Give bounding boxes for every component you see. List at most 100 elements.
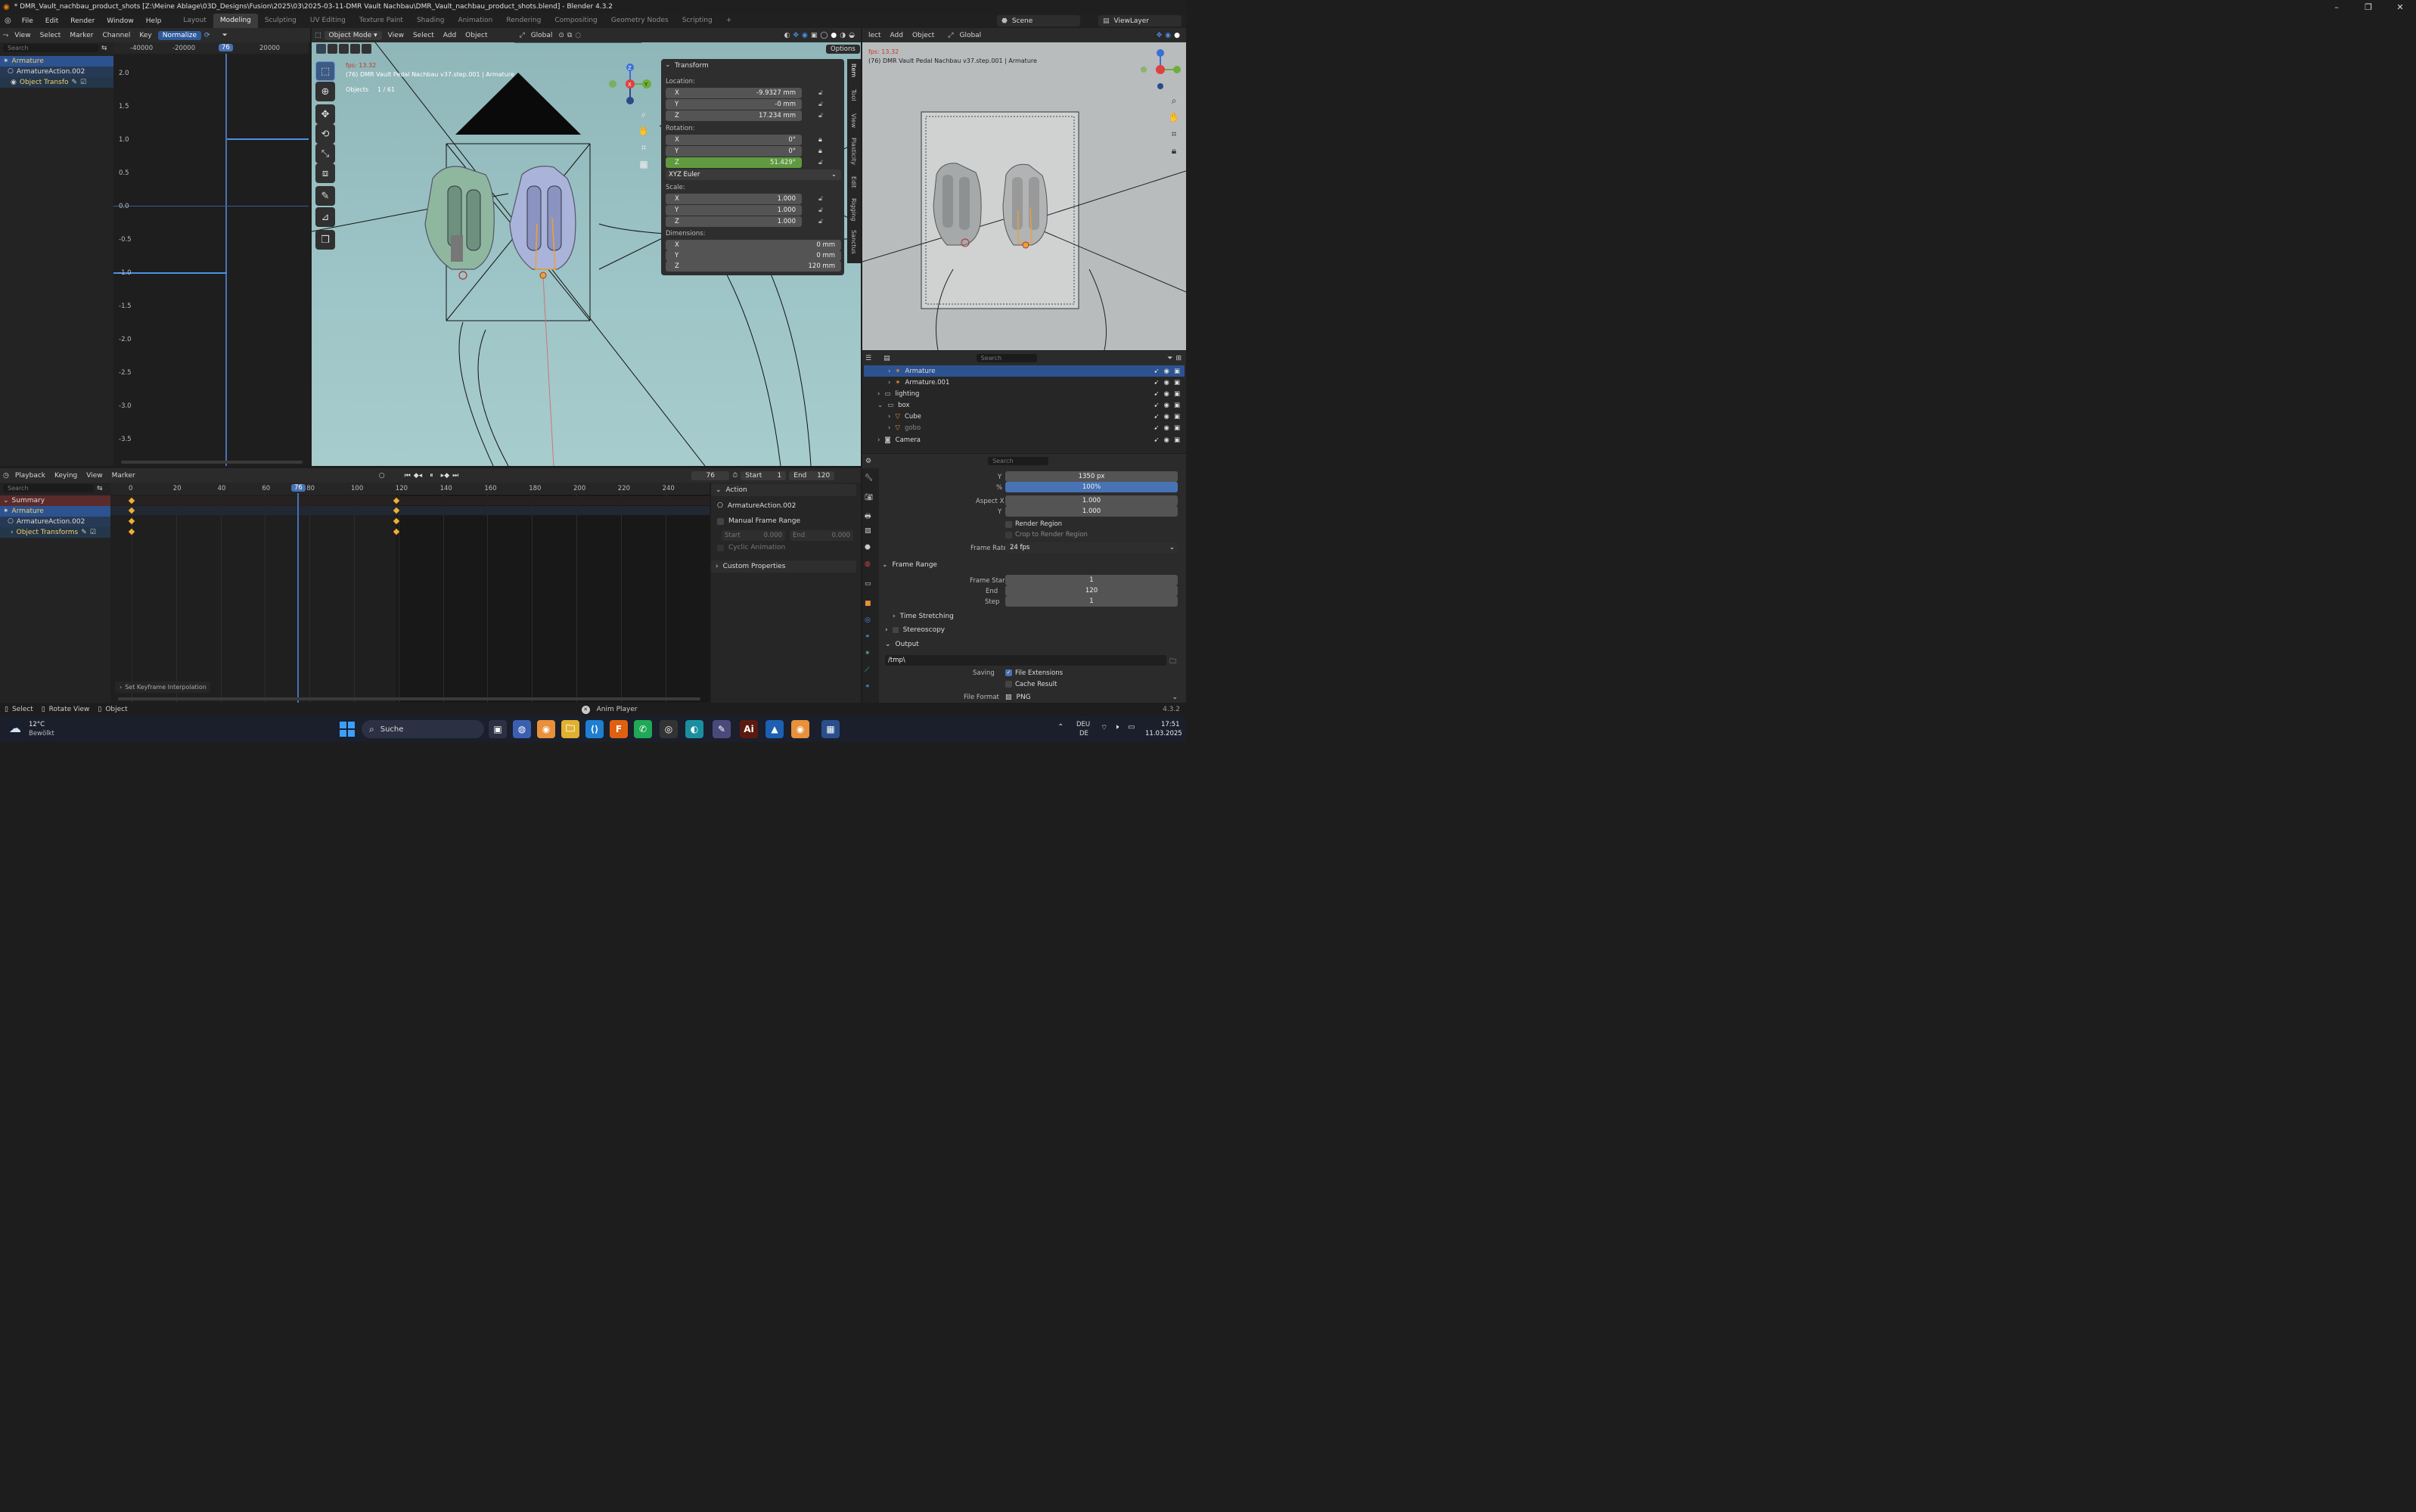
custom-properties-header[interactable]: › Custom Properties xyxy=(711,560,856,573)
select-toggle-icon[interactable]: ➹ xyxy=(1154,413,1159,421)
file-format-select[interactable]: ▨ PNG ⌄ xyxy=(1005,692,1178,702)
render-region-checkbox[interactable] xyxy=(1005,521,1012,528)
camera-pan-icon[interactable]: ✋ xyxy=(1167,110,1181,124)
output-path-field[interactable]: /tmp\ xyxy=(885,655,1166,666)
visibility-icon[interactable]: ◐ xyxy=(784,32,790,39)
lock-scale-y-icon[interactable]: 🔓︎ xyxy=(818,206,823,214)
constraint-properties-icon[interactable]: ⚭ xyxy=(865,633,871,641)
fusion-icon[interactable]: F xyxy=(610,720,628,738)
windows-start-icon[interactable] xyxy=(340,722,355,737)
lock-rotation-z-icon[interactable]: 🔓︎ xyxy=(818,159,823,166)
prev-keyframe-icon[interactable]: ◆◂ xyxy=(414,472,422,480)
solid-shading-icon[interactable]: ● xyxy=(831,32,837,39)
viewport-menu-add[interactable]: Add xyxy=(440,32,459,39)
rotation-z-field[interactable]: Z 51.429° xyxy=(666,157,802,168)
aspect-y-field[interactable]: 1.000 xyxy=(1005,506,1178,517)
view-layer-properties-icon[interactable]: ▧ xyxy=(865,527,871,535)
outliner-item-box[interactable]: ⌄ ▭ box ➹ ◉ ▣ xyxy=(864,399,1185,411)
render-toggle-icon[interactable]: ▣ xyxy=(1174,436,1180,444)
tool-add-cube[interactable]: ❒ xyxy=(315,230,335,250)
expand-arrow-icon[interactable]: › xyxy=(877,436,880,444)
edge-icon[interactable]: ◐ xyxy=(685,720,703,738)
blender-menu-icon[interactable]: ◎ xyxy=(0,17,16,25)
timeline-search-input[interactable]: Search xyxy=(3,484,94,492)
select-extend-icon[interactable] xyxy=(328,44,337,54)
checkbox-icon[interactable]: ☑ xyxy=(90,529,96,536)
swap-icon[interactable]: ⇆ xyxy=(97,485,103,492)
tool-cursor[interactable]: ⊕ xyxy=(315,82,335,101)
file-extensions-checkbox[interactable]: ✓ xyxy=(1005,669,1012,676)
output-properties-icon[interactable]: 🖶 xyxy=(865,511,871,523)
calculator-icon[interactable]: ▦ xyxy=(821,720,840,738)
close-button[interactable]: ✕ xyxy=(2384,0,2416,14)
graph-channel-transforms[interactable]: ◉ Object Transfo ✎ ☑ xyxy=(0,77,113,88)
zoom-icon[interactable]: ⌕ xyxy=(637,107,651,121)
expand-arrow-icon[interactable]: ⌄ xyxy=(877,402,883,409)
lock-rotation-x-icon[interactable]: 🔒︎ xyxy=(818,136,822,144)
tab-rendering[interactable]: Rendering xyxy=(499,14,548,28)
graph-menu-view[interactable]: View xyxy=(11,32,33,39)
frame-start-field[interactable]: 1 xyxy=(1005,575,1178,585)
render-toggle-icon[interactable]: ▣ xyxy=(1174,368,1180,375)
eye-icon[interactable]: ◉ xyxy=(11,79,17,86)
new-collection-icon[interactable]: ⊞ xyxy=(1175,355,1182,362)
resolution-y-field[interactable]: 1350 px xyxy=(1005,471,1178,482)
outliner-item-cube[interactable]: › ▽ Cube ➹ ◉ ▣ xyxy=(864,411,1185,422)
tool-select-box[interactable]: ⬚ xyxy=(315,61,335,81)
end-frame-field[interactable]: End 120 xyxy=(789,470,835,480)
rendered-shading-icon[interactable]: ◒ xyxy=(849,32,855,39)
select-new-icon[interactable] xyxy=(316,44,326,54)
scene-properties-icon[interactable]: ⬣ xyxy=(865,544,871,551)
frame-step-field[interactable]: 1 xyxy=(1005,596,1178,607)
bone-constraint-icon[interactable]: ⚭ xyxy=(865,683,871,691)
whatsapp-icon[interactable]: ✆ xyxy=(634,720,652,738)
time-stretching-panel[interactable]: › Time Stretching xyxy=(893,613,954,620)
sidebar-tab-sanctus[interactable]: Sanctus xyxy=(850,230,857,254)
world-properties-icon[interactable]: ◍ xyxy=(865,560,871,568)
camera-overlay-icon[interactable]: ◉ xyxy=(1165,32,1171,39)
select-invert-icon[interactable] xyxy=(350,44,360,54)
expand-arrow-icon[interactable]: › xyxy=(888,379,890,387)
camera-menu-select[interactable]: lect xyxy=(865,32,884,39)
tray-expand-icon[interactable]: ⌃ xyxy=(1057,723,1064,731)
manual-range-checkbox[interactable] xyxy=(717,517,724,525)
gizmo-icon[interactable]: ✥ xyxy=(793,32,799,39)
viewport-menu-object[interactable]: Object xyxy=(462,32,490,39)
tool-rotate[interactable]: ⟲ xyxy=(315,124,335,144)
refresh-icon[interactable]: ⟳ xyxy=(204,32,210,39)
photos-icon[interactable]: ▲ xyxy=(765,720,784,738)
camera-lock-icon[interactable]: 🔒︎ xyxy=(1167,144,1181,157)
sidebar-tab-edit[interactable]: Edit xyxy=(850,176,857,188)
graph-channel-armature[interactable]: ✶ Armature xyxy=(0,56,113,67)
dimensions-y-field[interactable]: Y 0 mm xyxy=(666,250,841,261)
lock-scale-x-icon[interactable]: 🔓︎ xyxy=(818,195,823,203)
viewport-menu-select[interactable]: Select xyxy=(410,32,437,39)
graph-menu-key[interactable]: Key xyxy=(136,32,154,39)
camera-menu-object[interactable]: Object xyxy=(909,32,937,39)
output-panel-header[interactable]: ⌄ Output xyxy=(885,641,919,648)
graph-menu-channel[interactable]: Channel xyxy=(99,32,133,39)
properties-search-input[interactable]: Search xyxy=(988,457,1049,465)
select-toggle-icon[interactable]: ➹ xyxy=(1154,379,1159,387)
pause-icon[interactable]: ⏸ xyxy=(425,472,438,480)
timeline-menu-keying[interactable]: Keying xyxy=(51,472,80,480)
taskbar-search[interactable]: ⌕ Suche xyxy=(362,720,484,738)
tool-transform[interactable]: ⧈ xyxy=(315,163,335,183)
maximize-button[interactable]: ❐ xyxy=(2352,0,2384,14)
tab-animation[interactable]: Animation xyxy=(452,14,500,28)
sidebar-tab-rigging[interactable]: Rigging xyxy=(850,198,857,221)
lang-primary[interactable]: DEU xyxy=(1076,721,1090,728)
blender-active-icon[interactable]: ◉ xyxy=(791,720,809,738)
add-workspace-button[interactable]: + xyxy=(719,14,739,28)
start-frame-field[interactable]: Start 1 xyxy=(741,470,787,480)
frame-end-field[interactable]: 120 xyxy=(1005,585,1178,596)
timeline-menu-marker[interactable]: Marker xyxy=(109,472,138,480)
graph-playhead-label[interactable]: 76 xyxy=(219,44,233,51)
timeline-menu-playback[interactable]: Playback xyxy=(12,472,48,480)
render-properties-icon[interactable]: 📷︎ xyxy=(865,494,873,501)
lock-location-z-icon[interactable]: 🔓︎ xyxy=(818,112,823,120)
camera-navigation-gizmo[interactable] xyxy=(1141,48,1183,91)
scale-z-field[interactable]: Z 1.000 xyxy=(666,216,802,227)
navigation-gizmo[interactable]: Z X Y xyxy=(605,61,658,107)
graph-menu-marker[interactable]: Marker xyxy=(67,32,96,39)
